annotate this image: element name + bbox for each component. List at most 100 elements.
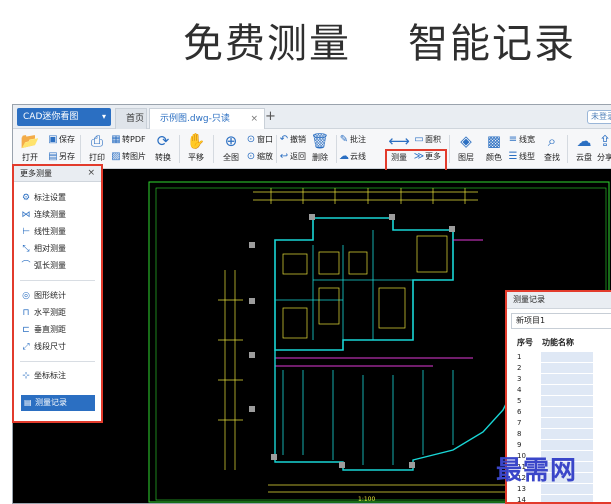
promo-headline: 免费测量 智能记录 bbox=[0, 14, 611, 74]
cloud-line-label: 云线 bbox=[350, 152, 366, 161]
login-badge[interactable]: 未登录 bbox=[587, 110, 611, 124]
menu-item-segment-size[interactable]: ⤢ 线段尺寸 bbox=[14, 339, 101, 355]
menu-item-horizontal-distance[interactable]: ⊓ 水平测距 bbox=[14, 305, 101, 321]
table-row[interactable]: 4 bbox=[511, 385, 611, 396]
headline-smart-record: 智能记录 bbox=[408, 21, 576, 67]
annotate-button[interactable]: ✎ 批注 bbox=[338, 133, 366, 147]
full-view-label: 全图 bbox=[223, 153, 239, 162]
function-name-cell bbox=[541, 407, 593, 418]
to-image-button[interactable]: ▨转图片 bbox=[110, 150, 146, 164]
tab-home[interactable]: 首页 bbox=[115, 108, 147, 129]
menu-item-label: 线性测量 bbox=[34, 227, 66, 236]
share-button[interactable]: ⇪ 分享 bbox=[597, 132, 611, 164]
table-row[interactable]: 5 bbox=[511, 396, 611, 407]
table-row[interactable]: 2 bbox=[511, 363, 611, 374]
close-tab-icon[interactable]: × bbox=[250, 109, 258, 129]
area-icon: ▭ bbox=[414, 134, 424, 145]
table-row[interactable]: 3 bbox=[511, 374, 611, 385]
measure-record-button[interactable]: ▤ 测量记录 bbox=[21, 395, 95, 411]
cloud-disk-button[interactable]: ☁ 云盘 bbox=[569, 132, 599, 164]
window-zoom-button[interactable]: ⊙ 窗口 bbox=[245, 133, 273, 147]
menu-item-coordinate-label[interactable]: ⊹ 坐标标注 bbox=[14, 368, 101, 384]
save-as-button[interactable]: ▤另存 bbox=[47, 150, 75, 164]
print-button[interactable]: ⎙ 打印 bbox=[82, 132, 112, 164]
share-label: 分享 bbox=[597, 153, 611, 162]
color-label: 颜色 bbox=[486, 153, 502, 162]
table-row[interactable]: 7 bbox=[511, 418, 611, 429]
watermark-logo: 最需网 bbox=[496, 456, 578, 486]
layer-button[interactable]: ◈ 图层 bbox=[451, 132, 481, 164]
menu-item-arc-measure[interactable]: ⌒ 弧长测量 bbox=[14, 258, 101, 274]
table-row[interactable]: 6 bbox=[511, 407, 611, 418]
menu-item-label: 线段尺寸 bbox=[34, 342, 66, 351]
to-pdf-button[interactable]: ▦转PDF bbox=[110, 133, 145, 147]
more-measure-panel: 更多测量 × ⚙ 标注设置 ⋈ 连续测量 ⊢ 线性测量 ⤡ 相对测量 ⌒ 弧长测量 ◎ 图形… bbox=[12, 164, 103, 423]
full-view-button[interactable]: ⊕ 全图 bbox=[216, 132, 246, 164]
menu-item-label: 相对测量 bbox=[34, 244, 66, 253]
tab-file-label: 示例图.dwg-只读 bbox=[160, 114, 230, 124]
scale-caption: 1:100 bbox=[358, 496, 375, 503]
menu-item-linear-measure[interactable]: ⊢ 线性测量 bbox=[14, 224, 101, 240]
tab-home-label: 首页 bbox=[126, 114, 145, 124]
area-button[interactable]: ▭面积 bbox=[413, 133, 441, 147]
coordinate-icon: ⊹ bbox=[22, 371, 30, 381]
table-row[interactable]: 1 bbox=[511, 352, 611, 363]
pan-button[interactable]: ✋ 平移 bbox=[181, 132, 211, 164]
menu-item-vertical-distance[interactable]: ⊏ 垂直测距 bbox=[14, 322, 101, 338]
color-button[interactable]: ▩ 颜色 bbox=[479, 132, 509, 164]
table-row[interactable]: 14 bbox=[511, 495, 611, 502]
toolbar-divider bbox=[567, 135, 568, 163]
annotate-icon: ✎ bbox=[339, 134, 349, 145]
zoom-icon: ⊙ bbox=[246, 151, 256, 162]
line-type-button[interactable]: ☰ 线型 bbox=[507, 150, 535, 164]
undo-button[interactable]: ↶ 撤销 bbox=[278, 133, 306, 147]
stats-icon: ◎ bbox=[22, 291, 30, 301]
convert-icon: ⟳ bbox=[156, 132, 170, 150]
tab-drawing-file[interactable]: 示例图.dwg-只读 × bbox=[149, 108, 265, 129]
menu-item-label: 图形统计 bbox=[34, 291, 66, 300]
back-label: 返回 bbox=[290, 152, 306, 161]
open-button[interactable]: 📂 打开 bbox=[15, 132, 45, 164]
menu-item-shape-stats[interactable]: ◎ 图形统计 bbox=[14, 288, 101, 304]
annotate-label: 批注 bbox=[350, 135, 366, 144]
ruler-icon: ⟷ bbox=[388, 132, 410, 150]
function-name-cell bbox=[541, 396, 593, 407]
menu-item-label: 水平测距 bbox=[34, 308, 66, 317]
function-name-cell bbox=[541, 374, 593, 385]
cloud-disk-label: 云盘 bbox=[576, 153, 592, 162]
save-as-label: 另存 bbox=[59, 152, 75, 161]
find-button[interactable]: ⌕ 查找 bbox=[537, 132, 567, 164]
close-icon[interactable]: × bbox=[87, 166, 95, 181]
table-row[interactable]: 8 bbox=[511, 429, 611, 440]
row-index: 4 bbox=[517, 386, 522, 394]
zoom-button[interactable]: ⊙ 缩放 bbox=[245, 150, 273, 164]
delete-button[interactable]: 🗑 删除 bbox=[305, 132, 335, 164]
menu-item-continuous-measure[interactable]: ⋈ 连续测量 bbox=[14, 207, 101, 223]
horizontal-icon: ⊓ bbox=[22, 308, 30, 318]
menu-item-relative-measure[interactable]: ⤡ 相对测量 bbox=[14, 241, 101, 257]
row-index: 3 bbox=[517, 375, 522, 383]
menu-item-label-settings[interactable]: ⚙ 标注设置 bbox=[14, 190, 101, 206]
table-row[interactable]: 9 bbox=[511, 440, 611, 451]
panel-divider bbox=[20, 361, 95, 362]
ribbon-toolbar: 📂 打开 ▣保存 ▤另存 ⎙ 打印 ▦转PDF ▨转图片 ⟳ 转换 ✋ 平移 ⊕… bbox=[13, 129, 611, 193]
convert-button[interactable]: ⟳ 转换 bbox=[148, 132, 178, 164]
line-width-button[interactable]: ≡ 线宽 bbox=[507, 133, 535, 147]
row-index: 9 bbox=[517, 441, 522, 449]
project-select[interactable]: 新项目1 bbox=[511, 313, 611, 329]
linear-icon: ⊢ bbox=[22, 227, 30, 237]
toolbar-divider bbox=[80, 135, 81, 163]
toolbar-divider bbox=[179, 135, 180, 163]
add-tab-button[interactable]: + bbox=[265, 108, 276, 126]
print-label: 打印 bbox=[89, 153, 105, 162]
menu-item-label: 垂直测距 bbox=[34, 325, 66, 334]
row-index: 7 bbox=[517, 419, 522, 427]
back-button[interactable]: ↩ 返回 bbox=[278, 150, 306, 164]
line-width-icon: ≡ bbox=[508, 134, 518, 145]
cloud-line-button[interactable]: ☁云线 bbox=[338, 150, 366, 164]
save-button[interactable]: ▣保存 bbox=[47, 133, 75, 147]
search-icon: ⌕ bbox=[547, 132, 557, 150]
app-menu-label: CAD迷你看图 bbox=[23, 112, 79, 122]
more-measure-panel-header: 更多测量 × bbox=[14, 166, 101, 182]
app-menu-button[interactable]: CAD迷你看图 ▾ bbox=[17, 108, 111, 126]
